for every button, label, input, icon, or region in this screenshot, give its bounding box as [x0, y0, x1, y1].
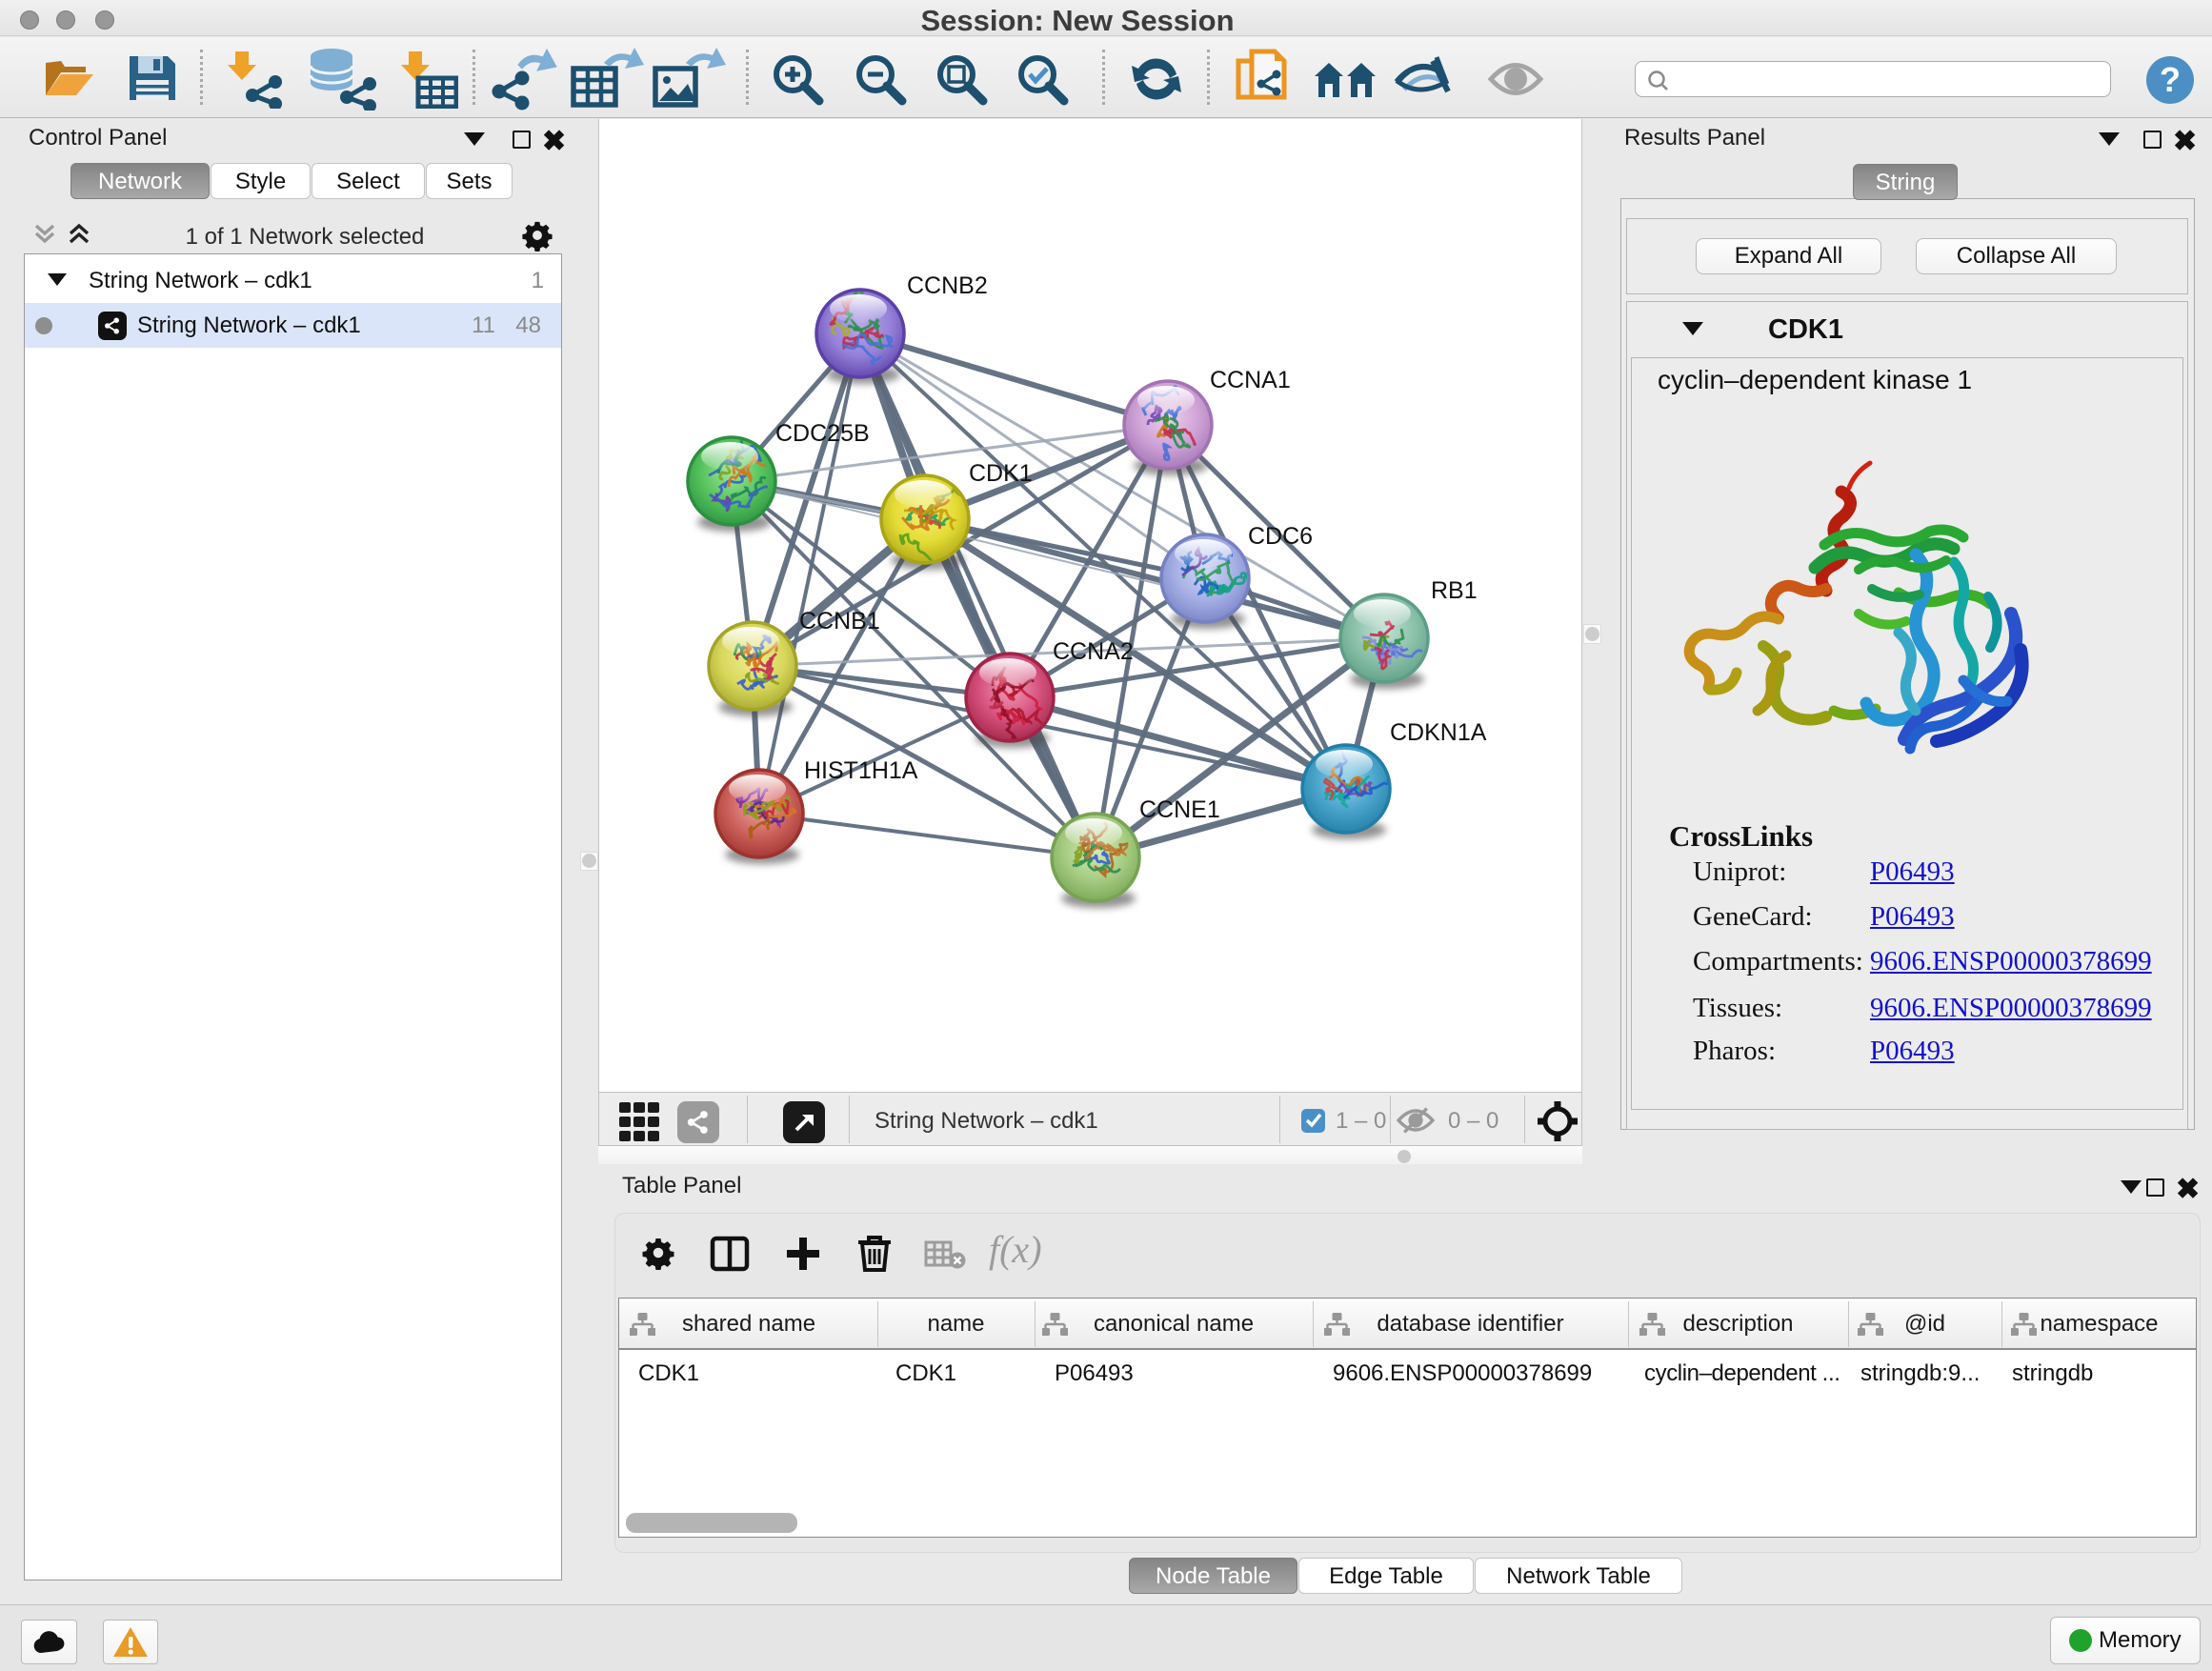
svg-text:RB1: RB1 [1431, 577, 1478, 604]
svg-text:HIST1H1A: HIST1H1A [804, 757, 918, 784]
svg-text:CDKN1A: CDKN1A [1390, 719, 1487, 746]
svg-text:CDC25B: CDC25B [775, 420, 870, 447]
svg-text:CDC6: CDC6 [1248, 523, 1313, 550]
svg-text:CCNB2: CCNB2 [907, 272, 988, 299]
svg-text:CCNE1: CCNE1 [1139, 796, 1220, 823]
svg-text:CDK1: CDK1 [969, 460, 1033, 487]
svg-text:CCNB1: CCNB1 [799, 608, 880, 634]
svg-text:?: ? [2160, 60, 2181, 99]
svg-text:CCNA2: CCNA2 [1053, 638, 1134, 665]
svg-text:CCNA1: CCNA1 [1210, 367, 1291, 393]
